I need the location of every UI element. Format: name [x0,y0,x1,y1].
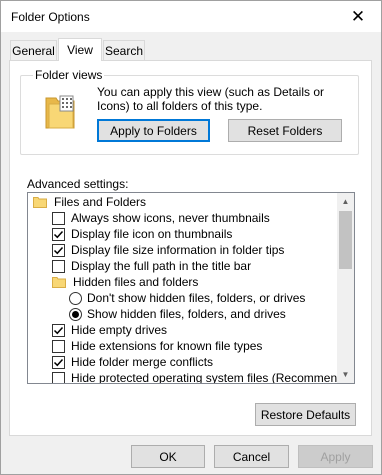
scrollbar[interactable]: ▲ ▼ [337,193,354,383]
apply-button[interactable]: Apply [298,445,373,468]
tree-checkbox-item[interactable]: Hide empty drives [52,322,167,338]
tree-radio-item[interactable]: Show hidden files, folders, and drives [69,306,286,322]
tree-item-label: Display file icon on thumbnails [71,227,233,241]
radio-button[interactable] [69,307,82,321]
window-title: Folder Options [11,10,90,24]
tab-general[interactable]: General [10,40,57,60]
tree-checkbox-item[interactable]: Display file size information in folder … [52,242,284,258]
checkbox[interactable] [52,243,65,257]
tree-item-label: Display the full path in the title bar [71,259,252,273]
tree-item-label: Always show icons, never thumbnails [71,211,270,225]
apply-to-folders-button[interactable]: Apply to Folders [97,119,210,142]
title-bar: Folder Options ✕ [1,1,381,32]
tree-folder-item: Files and Folders [33,194,146,210]
tab-label: General [12,43,55,58]
tree-checkbox-item[interactable]: Hide folder merge conflicts [52,354,213,370]
tree-checkbox-item[interactable]: Display file icon on thumbnails [52,226,232,242]
checkbox[interactable] [52,371,65,383]
tree-item-label: Hidden files and folders [73,275,199,289]
button-label: Apply to Folders [110,123,197,138]
chevron-up-icon[interactable]: ▲ [337,193,354,210]
restore-defaults-button[interactable]: Restore Defaults [255,403,356,426]
folder-views-description: You can apply this view (such as Details… [97,85,325,113]
checkbox[interactable] [52,323,65,337]
tree-item-label: Hide folder merge conflicts [71,355,214,369]
advanced-settings-label: Advanced settings: [27,177,129,191]
tree-item-label: Hide extensions for known file types [71,339,263,353]
button-label: Apply [320,449,351,464]
folder-icon [52,276,73,288]
tree-radio-item[interactable]: Don't show hidden files, folders, or dri… [69,290,305,306]
tab-label: View [67,43,93,57]
button-label: Reset Folders [247,123,323,138]
checkbox[interactable] [52,259,65,273]
tree-checkbox-item[interactable]: Always show icons, never thumbnails [52,210,270,226]
tree-checkbox-item[interactable]: Hide extensions for known file types [52,338,262,354]
tree-item-label: Hide empty drives [71,323,168,337]
tab-label: Search [104,43,144,58]
tree-checkbox-item[interactable]: Display the full path in the title bar [52,258,251,274]
tree-item-label: Show hidden files, folders, and drives [87,307,286,321]
tree-folder-item: Hidden files and folders [52,274,198,290]
close-icon: ✕ [350,6,366,26]
close-button[interactable]: ✕ [335,1,381,32]
button-label: OK [159,449,177,464]
chevron-down-icon[interactable]: ▼ [337,366,354,383]
reset-folders-button[interactable]: Reset Folders [228,119,342,142]
checkbox[interactable] [52,227,65,241]
group-title: Folder views [33,68,105,82]
tree-item-label: Hide protected operating system files (R… [71,371,355,384]
tab-search[interactable]: Search [103,40,145,60]
button-label: Cancel [232,449,271,464]
tree-item-label: Files and Folders [54,195,147,209]
checkbox[interactable] [52,211,65,225]
folder-icon [33,196,54,208]
ok-button[interactable]: OK [131,445,205,468]
cancel-button[interactable]: Cancel [214,445,289,468]
folder-options-window: Folder Options ✕ General View Search Fol… [0,0,382,475]
radio-button[interactable] [69,291,82,305]
scrollbar-thumb[interactable] [339,211,352,269]
checkbox[interactable] [52,339,65,353]
checkbox[interactable] [52,355,65,369]
button-label: Restore Defaults [260,407,351,422]
tree-checkbox-item[interactable]: Hide protected operating system files (R… [52,370,355,384]
tree-item-label: Don't show hidden files, folders, or dri… [87,291,306,305]
tree-item-label: Display file size information in folder … [71,243,285,257]
folder-icon [45,93,75,129]
advanced-settings-tree[interactable]: Files and Folders Always show icons, neve… [27,192,355,384]
tab-view[interactable]: View [58,38,102,61]
